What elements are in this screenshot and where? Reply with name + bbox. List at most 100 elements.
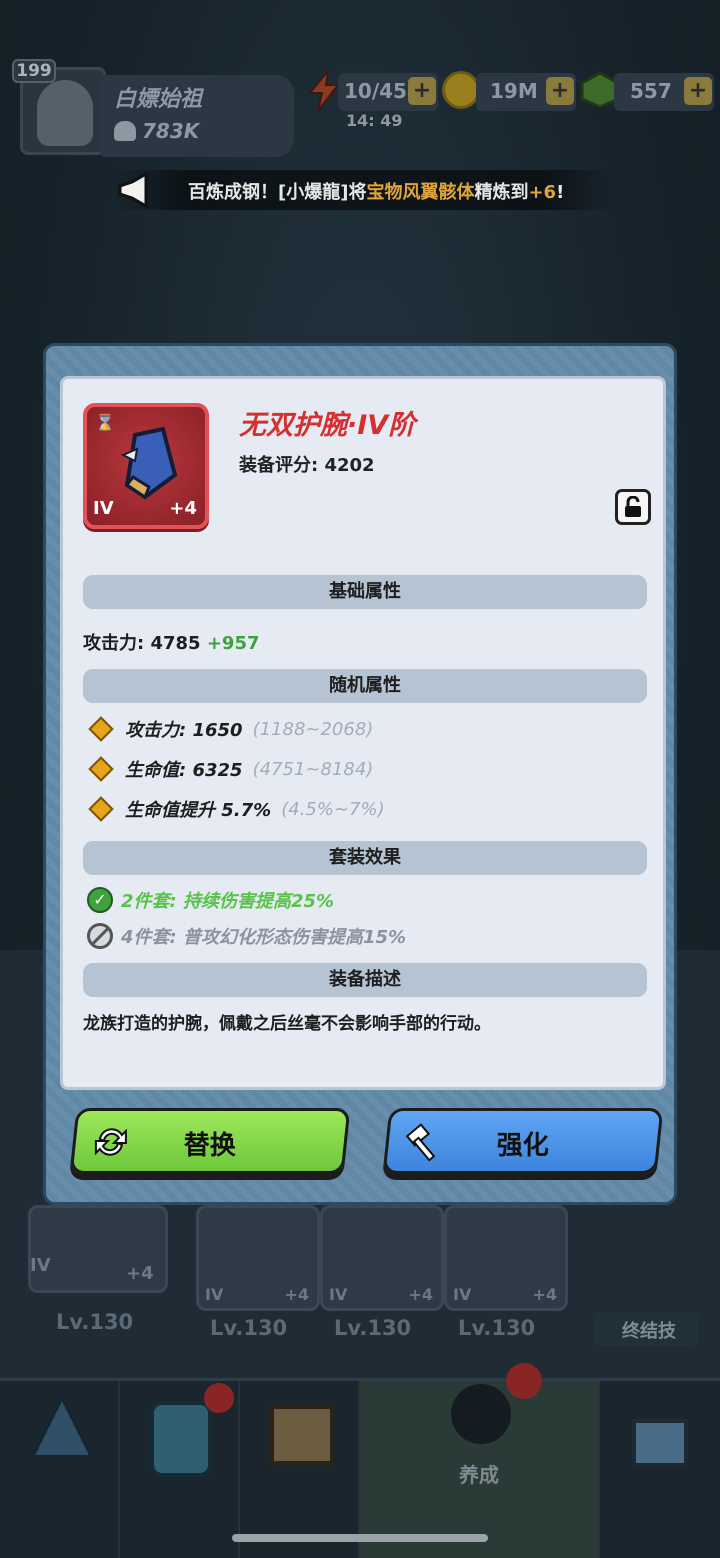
equip-slot-1[interactable]: IV +4 bbox=[196, 1205, 320, 1311]
set-effect-active: ✓ 2件套: 持续伤害提高25% bbox=[87, 885, 334, 915]
character-icon bbox=[451, 1384, 511, 1444]
random-stat-range: (4751~8184) bbox=[252, 758, 374, 780]
slot-tier: IV bbox=[329, 1285, 348, 1304]
shield-card-icon bbox=[150, 1401, 212, 1477]
equipment-description: 龙族打造的护腕，佩戴之后丝毫不会影响手部的行动。 bbox=[83, 1014, 491, 1034]
equipment-score: 装备评分: 4202 bbox=[239, 455, 375, 476]
lightning-icon bbox=[307, 69, 341, 112]
announcement-text: 百炼成钢！[小爆龍]将宝物风翼骸体精炼到+6! bbox=[188, 178, 564, 204]
hourglass-icon: ⌛ bbox=[95, 413, 115, 432]
slot-level: Lv.130 bbox=[458, 1316, 536, 1340]
equip-slot-2[interactable]: IV +4 bbox=[320, 1205, 444, 1311]
top-hud: 199 白嫖始祖 783K 10/45 + 14: 49 19M + 557 + bbox=[0, 55, 720, 165]
announcement-marquee: 百炼成钢！[小爆龍]将宝物风翼骸体精炼到+6! bbox=[112, 170, 618, 210]
slot-plus: +4 bbox=[284, 1285, 309, 1304]
coin-counter: 19M + bbox=[476, 73, 576, 111]
house-icon bbox=[632, 1419, 688, 1467]
set-effect-text: 4件套: 普攻幻化形态伤害提高15% bbox=[121, 927, 407, 948]
avatar-portrait bbox=[37, 80, 93, 146]
weapon-slot-plus: +4 bbox=[126, 1263, 154, 1284]
player-info-panel[interactable]: 白嫖始祖 783K bbox=[100, 75, 294, 157]
announcement-suffix: ! bbox=[556, 182, 565, 203]
coin-icon bbox=[442, 71, 480, 109]
diamond-icon bbox=[88, 756, 114, 782]
base-attack-stat: 攻击力: 4785 +957 bbox=[83, 629, 260, 655]
replace-button[interactable]: 替换 bbox=[69, 1108, 351, 1174]
announcement-item: 宝物风翼骸体 bbox=[366, 182, 475, 203]
base-attack-bonus: +957 bbox=[206, 633, 260, 654]
ultimate-skill-button[interactable]: 终结技 bbox=[594, 1312, 698, 1346]
lock-button[interactable] bbox=[615, 489, 651, 525]
gem-counter: 557 + bbox=[614, 73, 714, 111]
bracer-icon bbox=[120, 426, 178, 500]
upgrade-button[interactable]: 强化 bbox=[382, 1108, 664, 1174]
nav-item-map[interactable] bbox=[240, 1381, 360, 1558]
diamond-icon bbox=[88, 716, 114, 742]
nav-item-cards[interactable] bbox=[120, 1381, 240, 1558]
announcement-prefix: 百炼成钢！[小爆龍]将 bbox=[188, 182, 367, 203]
slot-tier: IV bbox=[453, 1285, 472, 1304]
fist-icon bbox=[114, 121, 136, 141]
disabled-icon bbox=[87, 923, 113, 949]
energy-timer: 14: 49 bbox=[346, 111, 403, 130]
equip-slot-3[interactable]: IV +4 bbox=[444, 1205, 568, 1311]
equipment-name: 无双护腕·IV阶 bbox=[239, 410, 416, 441]
bottom-nav: 养成 bbox=[0, 1363, 720, 1558]
announcement-middle: 精炼到 bbox=[474, 182, 529, 203]
equipment-enhance-level: +4 bbox=[169, 498, 197, 519]
set-effect-inactive: 4件套: 普攻幻化形态伤害提高15% bbox=[87, 921, 406, 951]
diamond-icon bbox=[88, 796, 114, 822]
energy-counter: 10/45 + bbox=[338, 73, 438, 111]
crystal-icon bbox=[28, 1392, 96, 1459]
energy-value: 10/45 bbox=[344, 79, 407, 103]
nav-item-hero[interactable] bbox=[0, 1381, 120, 1558]
random-stat-row: 生命值提升 5.7% (4.5%~7%) bbox=[87, 795, 385, 823]
check-icon: ✓ bbox=[87, 887, 113, 913]
random-stat-range: (1188~2068) bbox=[252, 718, 374, 740]
set-effect-text: 2件套: 持续伤害提高25% bbox=[121, 891, 335, 912]
coin-add-button[interactable]: + bbox=[546, 77, 574, 105]
home-indicator bbox=[232, 1534, 488, 1542]
slot-plus: +4 bbox=[532, 1285, 557, 1304]
announcement-level: +6 bbox=[528, 182, 557, 203]
gem-add-button[interactable]: + bbox=[684, 77, 712, 105]
nav-item-shop[interactable] bbox=[600, 1381, 720, 1558]
ultimate-skill-label: 终结技 bbox=[622, 1321, 676, 1342]
notification-badge bbox=[204, 1383, 234, 1413]
section-random-attributes: 随机属性 bbox=[83, 669, 647, 703]
energy-add-button[interactable]: + bbox=[408, 77, 436, 105]
equipment-detail-dialog: ⌛ IV +4 无双护腕·IV阶 装备评分: 4202 基础属性 攻击力: 47… bbox=[43, 343, 677, 1205]
player-power: 783K bbox=[114, 119, 199, 143]
replace-button-label: 替换 bbox=[183, 1131, 236, 1161]
slot-level: Lv.130 bbox=[210, 1316, 288, 1340]
base-attack-value: 攻击力: 4785 bbox=[83, 633, 207, 654]
random-stat-row: 攻击力: 1650 (1188~2068) bbox=[87, 715, 373, 743]
gem-value: 557 bbox=[630, 79, 672, 103]
equipment-detail-panel: ⌛ IV +4 无双护腕·IV阶 装备评分: 4202 基础属性 攻击力: 47… bbox=[60, 376, 666, 1090]
slot-level: Lv.130 bbox=[334, 1316, 412, 1340]
map-icon bbox=[270, 1405, 334, 1465]
unlock-icon bbox=[625, 496, 641, 517]
section-set-effects: 套装效果 bbox=[83, 841, 647, 875]
random-stat-range: (4.5%~7%) bbox=[281, 798, 385, 820]
nav-item-develop[interactable]: 养成 bbox=[360, 1363, 600, 1558]
coin-value: 19M bbox=[490, 79, 538, 103]
section-description: 装备描述 bbox=[83, 963, 647, 997]
equipment-icon: ⌛ IV +4 bbox=[83, 403, 209, 529]
random-stat-row: 生命值: 6325 (4751~8184) bbox=[87, 755, 373, 783]
section-base-attributes: 基础属性 bbox=[83, 575, 647, 609]
equipment-tier: IV bbox=[93, 498, 114, 519]
random-stat-text: 攻击力: 1650 bbox=[125, 720, 243, 741]
player-level-badge: 199 bbox=[12, 59, 56, 83]
upgrade-button-label: 强化 bbox=[496, 1131, 549, 1161]
weapon-slot-tier: IV bbox=[30, 1255, 51, 1276]
slot-tier: IV bbox=[205, 1285, 224, 1304]
megaphone-icon bbox=[118, 172, 148, 208]
slot-level: Lv.130 bbox=[56, 1310, 134, 1334]
nav-label-develop: 养成 bbox=[459, 1463, 499, 1487]
random-stat-text: 生命值: 6325 bbox=[125, 760, 243, 781]
random-stat-text: 生命值提升 5.7% bbox=[125, 800, 272, 821]
slot-plus: +4 bbox=[408, 1285, 433, 1304]
player-name: 白嫖始祖 bbox=[114, 87, 203, 112]
player-power-value: 783K bbox=[142, 119, 200, 143]
